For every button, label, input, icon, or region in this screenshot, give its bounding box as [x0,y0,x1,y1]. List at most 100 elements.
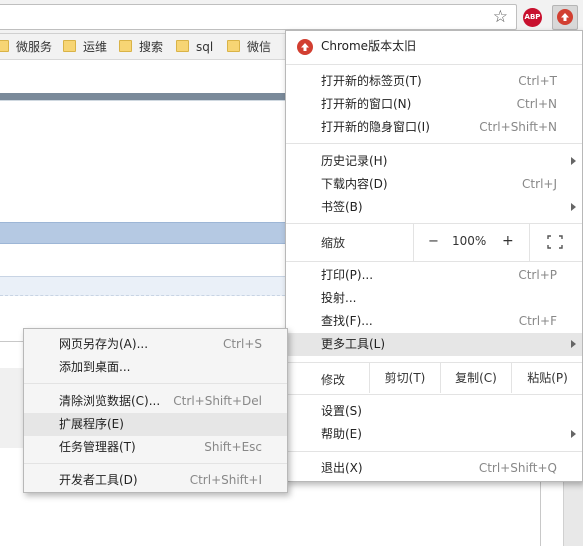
copy-button[interactable]: 复制(C) [440,363,511,393]
bookmark-label: 微信 [247,40,272,54]
chrome-main-menu: Chrome版本太旧 打开新的标签页(T) Ctrl+T 打开新的窗口(N) C… [285,30,583,482]
menu-separator [24,383,287,384]
menu-item-shortcut: Ctrl+J [522,177,557,191]
menu-item-new-window[interactable]: 打开新的窗口(N) Ctrl+N [286,93,582,116]
menu-item-history[interactable]: 历史记录(H) [286,150,582,173]
menu-separator [286,394,582,395]
menu-item-label: 开发者工具(D) [59,473,138,487]
menu-item-shortcut: Ctrl+F [518,314,557,328]
menu-item-shortcut: Ctrl+Shift+N [479,120,557,134]
menu-item-label: 历史记录(H) [321,154,388,168]
folder-icon [227,40,240,52]
folder-icon [119,40,132,52]
menu-item-label: 打开新的窗口(N) [321,97,412,111]
page-row [0,276,290,296]
menu-item-new-tab[interactable]: 打开新的标签页(T) Ctrl+T [286,70,582,93]
update-arrow-icon [297,39,313,55]
menu-item-label: 清除浏览数据(C)... [59,394,161,408]
menu-item-task-manager[interactable]: 任务管理器(T) Shift+Esc [24,436,287,459]
menu-separator [286,64,582,65]
menu-item-label: 更多工具(L) [321,337,386,351]
menu-item-add-to-desktop[interactable]: 添加到桌面... [24,356,287,379]
menu-item-update-chrome[interactable]: Chrome版本太旧 [286,35,582,58]
menu-item-exit[interactable]: 退出(X) Ctrl+Shift+Q [286,457,582,480]
menu-item-shortcut: Ctrl+Shift+I [189,473,262,487]
menu-item-shortcut: Ctrl+T [518,74,557,88]
menu-item-shortcut: Ctrl+P [518,268,557,282]
adblock-plus-extension-icon[interactable]: ABP [523,8,542,27]
folder-icon [176,40,189,52]
menu-separator [24,463,287,464]
menu-edit-row: 修改 剪切(T) 复制(C) 粘贴(P) [286,363,582,393]
bookmark-label: 搜索 [139,40,164,54]
menu-item-developer-tools[interactable]: 开发者工具(D) Ctrl+Shift+I [24,469,287,492]
menu-item-label: 书签(B) [321,200,363,214]
zoom-level: 100% [452,234,487,248]
menu-item-label: 退出(X) [321,461,363,475]
menu-separator [286,261,582,262]
page-divider [540,478,541,546]
menu-item-label: 扩展程序(E) [59,417,124,431]
bookmark-label: sql [196,40,214,54]
menu-item-bookmarks[interactable]: 书签(B) [286,196,582,219]
menu-item-more-tools[interactable]: 更多工具(L) [286,333,582,356]
edit-label: 修改 [321,373,346,387]
menu-item-clear-browsing-data[interactable]: 清除浏览数据(C)... Ctrl+Shift+Del [24,390,287,413]
zoom-in-button[interactable]: + [502,233,514,249]
menu-item-find[interactable]: 查找(F)... Ctrl+F [286,310,582,333]
menu-item-save-page-as[interactable]: 网页另存为(A)... Ctrl+S [24,333,287,356]
bookmark-label: 运维 [83,40,108,54]
menu-item-label: 打开新的隐身窗口(I) [321,120,430,134]
menu-item-shortcut: Ctrl+Shift+Del [173,394,262,408]
page-selected-row [0,222,290,244]
menu-item-label: 查找(F)... [321,314,373,328]
menu-item-label: 任务管理器(T) [59,440,136,454]
zoom-out-button[interactable]: − [428,234,439,249]
menu-item-extensions[interactable]: 扩展程序(E) [24,413,287,436]
menu-item-downloads[interactable]: 下载内容(D) Ctrl+J [286,173,582,196]
paste-button[interactable]: 粘贴(P) [511,363,583,393]
menu-separator [286,143,582,144]
bookmark-label: 微服务 [16,40,53,54]
menu-item-shortcut: Ctrl+Shift+Q [478,461,557,475]
menu-item-help[interactable]: 帮助(E) [286,423,582,446]
chrome-menu-button[interactable] [552,5,578,30]
zoom-divider [529,224,530,261]
zoom-controls: − 100% + [413,224,583,261]
menu-item-shortcut: Ctrl+S [222,337,262,351]
menu-item-label: 添加到桌面... [59,360,131,374]
menu-item-label: Chrome版本太旧 [321,39,417,53]
page-divider [0,100,290,101]
browser-toolbar: ☆ ABP [0,0,583,34]
fullscreen-icon[interactable] [547,235,563,249]
address-bar[interactable]: ☆ [0,4,517,30]
cut-button[interactable]: 剪切(T) [369,363,440,393]
menu-item-label: 打印(P)... [321,268,374,282]
menu-item-label: 网页另存为(A)... [59,337,149,351]
menu-item-cast[interactable]: 投射... [286,287,582,310]
update-arrow-icon [557,9,573,25]
menu-item-shortcut: Shift+Esc [204,440,262,454]
submenu-arrow-icon [571,203,576,211]
menu-item-label: 帮助(E) [321,427,362,441]
menu-item-label: 投射... [321,291,357,305]
more-tools-submenu: 网页另存为(A)... Ctrl+S 添加到桌面... 清除浏览数据(C)...… [23,328,288,493]
folder-icon [0,40,9,52]
menu-separator [286,451,582,452]
page-header-strip [0,93,290,100]
menu-item-shortcut: Ctrl+N [516,97,557,111]
submenu-arrow-icon [571,157,576,165]
submenu-arrow-icon [571,430,576,438]
menu-item-settings[interactable]: 设置(S) [286,400,582,423]
menu-item-new-incognito-window[interactable]: 打开新的隐身窗口(I) Ctrl+Shift+N [286,116,582,139]
menu-item-label: 打开新的标签页(T) [321,74,422,88]
page-scrollbar[interactable] [563,478,583,546]
menu-item-print[interactable]: 打印(P)... Ctrl+P [286,264,582,287]
bookmark-star-icon[interactable]: ☆ [493,7,508,27]
submenu-arrow-icon [571,340,576,348]
menu-item-label: 设置(S) [321,404,362,418]
folder-icon [63,40,76,52]
menu-zoom-row: 缩放 − 100% + [286,224,582,261]
menu-item-label: 下载内容(D) [321,177,388,191]
zoom-label: 缩放 [321,236,346,250]
